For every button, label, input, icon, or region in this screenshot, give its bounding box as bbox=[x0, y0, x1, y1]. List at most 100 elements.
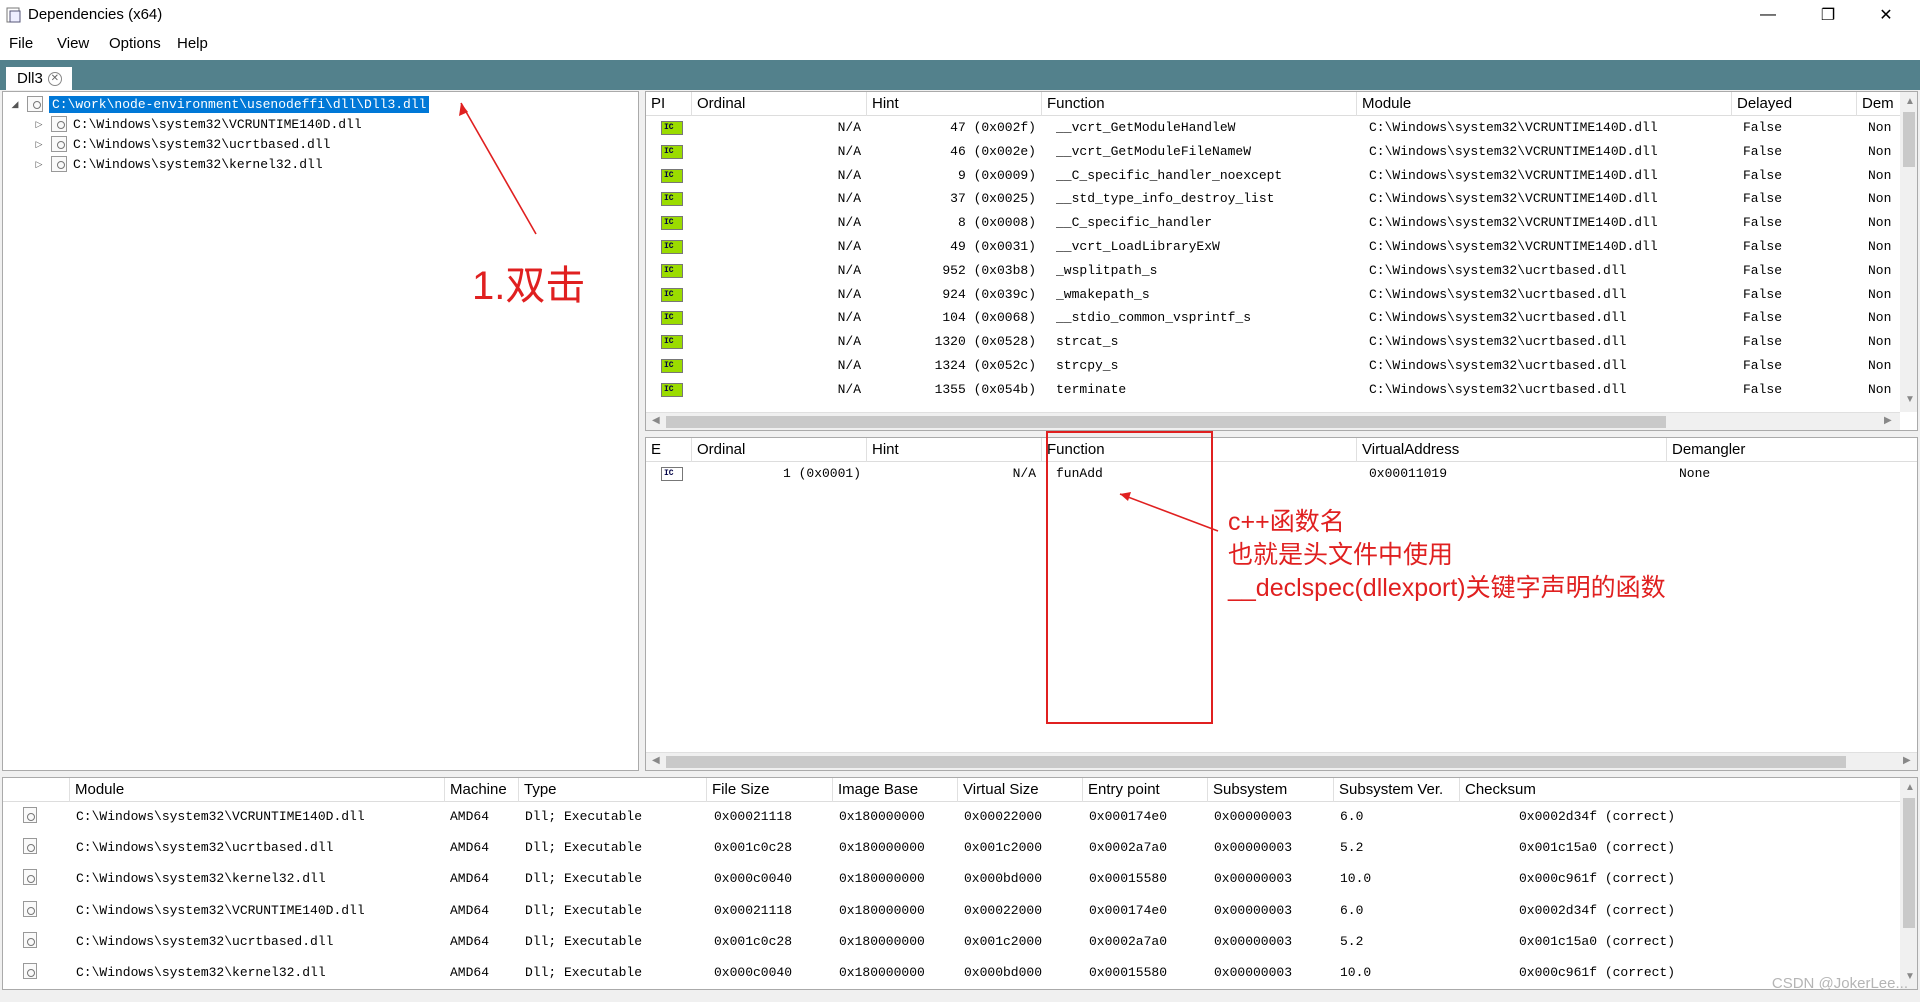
subsystem-cell: 0x00000003 bbox=[1214, 902, 1293, 918]
menu-options[interactable]: Options bbox=[109, 35, 161, 52]
delayed-cell: False bbox=[1743, 358, 1783, 373]
checksum-cell: 0x0002d34f (correct) bbox=[1519, 809, 1676, 824]
tree-item-root[interactable]: ◢ C:\work\node-environment\usenodeffi\dl… bbox=[9, 94, 430, 114]
module-row[interactable]: C:\Windows\system32\VCRUNTIME140D.dll AMD… bbox=[3, 896, 1898, 926]
col-function[interactable]: Function bbox=[1041, 92, 1356, 116]
tab-dll3[interactable]: Dll3 ✕ bbox=[6, 67, 72, 90]
hint-cell: 1324 (0x052c) bbox=[934, 358, 1036, 373]
hint-cell: 49 (0x0031) bbox=[950, 239, 1036, 254]
col-entry-point[interactable]: Entry point bbox=[1082, 778, 1207, 802]
export-row[interactable]: IC 1 (0x0001) N/A funAdd 0x00011019 None bbox=[646, 462, 1900, 486]
col-virtual-size[interactable]: Virtual Size bbox=[957, 778, 1082, 802]
import-row[interactable]: IC N/A 49 (0x0031) __vcrt_LoadLibraryExW C:\… bbox=[646, 235, 1900, 259]
imports-vertical-scrollbar[interactable]: ▲ ▼ bbox=[1900, 92, 1917, 412]
import-row[interactable]: IC N/A 9 (0x0009) __C_specific_handler_noex… bbox=[646, 164, 1900, 188]
tab-close-icon[interactable]: ✕ bbox=[47, 71, 62, 86]
scroll-thumb[interactable] bbox=[1903, 112, 1915, 167]
import-row[interactable]: IC N/A 104 (0x0068) __stdio_common_vsprintf… bbox=[646, 306, 1900, 330]
col-pi[interactable]: PI bbox=[646, 92, 691, 116]
demangler-cell: Non bbox=[1868, 262, 1892, 278]
col-file-size[interactable]: File Size bbox=[706, 778, 832, 802]
col-hint[interactable]: Hint bbox=[866, 92, 1041, 116]
delayed-cell: False bbox=[1743, 262, 1783, 278]
tree-item-vcruntime[interactable]: ▷ C:\Windows\system32\VCRUNTIME140D.dll bbox=[33, 114, 362, 134]
module-row[interactable]: C:\Windows\system32\ucrtbased.dll AMD64 Dl… bbox=[3, 927, 1898, 957]
modules-vertical-scrollbar[interactable]: ▲ ▼ bbox=[1900, 778, 1917, 989]
ordinal-cell: N/A bbox=[837, 120, 861, 135]
import-row[interactable]: IC N/A 8 (0x0008) __C_specific_handler C:\Wi… bbox=[646, 211, 1900, 235]
module-row[interactable]: C:\Windows\system32\kernel32.dll AMD64 Dll… bbox=[3, 958, 1898, 988]
function-cell: __vcrt_GetModuleHandleW bbox=[1056, 120, 1236, 135]
import-row[interactable]: IC N/A 47 (0x002f) __vcrt_GetModuleHandleW C… bbox=[646, 116, 1900, 140]
expand-icon[interactable]: ▷ bbox=[33, 159, 45, 170]
import-row[interactable]: IC N/A 924 (0x039c) _wmakepath_s C:\Windows\… bbox=[646, 283, 1900, 307]
entry-point-cell: 0x00015580 bbox=[1089, 965, 1168, 980]
scroll-up-icon[interactable]: ▲ bbox=[1905, 782, 1915, 793]
scroll-left-icon[interactable]: ◀ bbox=[652, 755, 660, 766]
module-cell: C:\Windows\system32\VCRUNTIME140D.dll bbox=[1369, 239, 1658, 254]
import-row[interactable]: IC N/A 46 (0x002e) __vcrt_GetModuleFileName… bbox=[646, 140, 1900, 164]
scroll-thumb[interactable] bbox=[666, 756, 1846, 768]
import-function-icon: IC bbox=[661, 263, 683, 278]
module-row[interactable]: C:\Windows\system32\ucrtbased.dll AMD64 Dl… bbox=[3, 833, 1898, 863]
hint-cell: 1320 (0x0528) bbox=[934, 334, 1036, 350]
scroll-thumb[interactable] bbox=[1903, 798, 1915, 928]
function-cell: strcat_s bbox=[1056, 334, 1119, 350]
module-row[interactable]: C:\Windows\system32\VCRUNTIME140D.dll AMD… bbox=[3, 802, 1898, 832]
col-function[interactable]: Function bbox=[1041, 438, 1356, 462]
menu-view[interactable]: View bbox=[57, 35, 89, 52]
import-row[interactable]: IC N/A 952 (0x03b8) _wsplitpath_s C:\Windows… bbox=[646, 259, 1900, 283]
col-machine[interactable]: Machine bbox=[444, 778, 518, 802]
module-cell: C:\Windows\system32\VCRUNTIME140D.dll bbox=[1369, 143, 1658, 159]
import-row[interactable]: IC N/A 37 (0x0025) __std_type_info_destroy_… bbox=[646, 187, 1900, 211]
delayed-cell: False bbox=[1743, 215, 1783, 231]
hint-cell: 924 (0x039c) bbox=[942, 286, 1036, 302]
col-module[interactable]: Module bbox=[1356, 92, 1731, 116]
col-module[interactable]: Module bbox=[69, 778, 444, 802]
scroll-left-icon[interactable]: ◀ bbox=[652, 415, 660, 426]
col-demangler[interactable]: Demangler bbox=[1666, 438, 1917, 462]
minimize-button[interactable]: — bbox=[1740, 0, 1796, 30]
col-checksum[interactable]: Checksum bbox=[1459, 778, 1901, 802]
scroll-thumb[interactable] bbox=[666, 416, 1666, 428]
subsystem-ver-cell: 10.0 bbox=[1340, 965, 1372, 980]
col-hint[interactable]: Hint bbox=[866, 438, 1041, 462]
col-ordinal[interactable]: Ordinal bbox=[691, 92, 866, 116]
function-cell: terminate bbox=[1056, 381, 1127, 397]
import-row[interactable]: IC N/A 1355 (0x054b) terminate C:\Windows\sy… bbox=[646, 378, 1900, 402]
scroll-right-icon[interactable]: ▶ bbox=[1903, 755, 1911, 766]
menu-help[interactable]: Help bbox=[177, 35, 208, 52]
delayed-cell: False bbox=[1743, 381, 1783, 397]
imports-horizontal-scrollbar[interactable]: ◀ ▶ bbox=[646, 412, 1900, 430]
menu-file[interactable]: File bbox=[9, 35, 33, 52]
import-row[interactable]: IC N/A 1324 (0x052c) strcpy_s C:\Windows\sys… bbox=[646, 354, 1900, 378]
maximize-button[interactable]: ❐ bbox=[1800, 0, 1856, 30]
col-type[interactable]: Type bbox=[518, 778, 706, 802]
col-virtual-address[interactable]: VirtualAddress bbox=[1356, 438, 1666, 462]
function-cell: _wmakepath_s bbox=[1056, 286, 1150, 302]
module-row[interactable]: C:\Windows\system32\kernel32.dll AMD64 Dll… bbox=[3, 864, 1898, 894]
function-cell: __C_specific_handler_noexcept bbox=[1056, 167, 1283, 183]
image-base-cell: 0x180000000 bbox=[839, 809, 925, 824]
close-button[interactable]: ✕ bbox=[1858, 0, 1914, 30]
expand-icon[interactable]: ▷ bbox=[33, 119, 45, 130]
scroll-up-icon[interactable]: ▲ bbox=[1905, 96, 1915, 107]
import-row[interactable]: IC N/A 1320 (0x0528) strcat_s C:\Windows\sys… bbox=[646, 330, 1900, 354]
col-demangler[interactable]: Dem bbox=[1856, 92, 1901, 116]
tree-item-ucrtbased[interactable]: ▷ C:\Windows\system32\ucrtbased.dll bbox=[33, 134, 330, 154]
collapse-icon[interactable]: ◢ bbox=[9, 99, 21, 110]
tree-item-kernel32[interactable]: ▷ C:\Windows\system32\kernel32.dll bbox=[33, 154, 323, 174]
col-e[interactable]: E bbox=[646, 438, 691, 462]
expand-icon[interactable]: ▷ bbox=[33, 139, 45, 150]
checksum-cell: 0x000c961f (correct) bbox=[1519, 871, 1676, 887]
scroll-down-icon[interactable]: ▼ bbox=[1905, 394, 1915, 405]
scroll-right-icon[interactable]: ▶ bbox=[1884, 415, 1892, 426]
exports-horizontal-scrollbar[interactable]: ◀ ▶ bbox=[646, 752, 1917, 770]
col-subsystem[interactable]: Subsystem bbox=[1207, 778, 1333, 802]
module-cell: C:\Windows\system32\VCRUNTIME140D.dll bbox=[1369, 167, 1658, 183]
col-image-base[interactable]: Image Base bbox=[832, 778, 957, 802]
col-delayed[interactable]: Delayed bbox=[1731, 92, 1856, 116]
col-subsystem-ver[interactable]: Subsystem Ver. bbox=[1333, 778, 1459, 802]
hint-cell: N/A bbox=[1012, 466, 1036, 481]
col-ordinal[interactable]: Ordinal bbox=[691, 438, 866, 462]
